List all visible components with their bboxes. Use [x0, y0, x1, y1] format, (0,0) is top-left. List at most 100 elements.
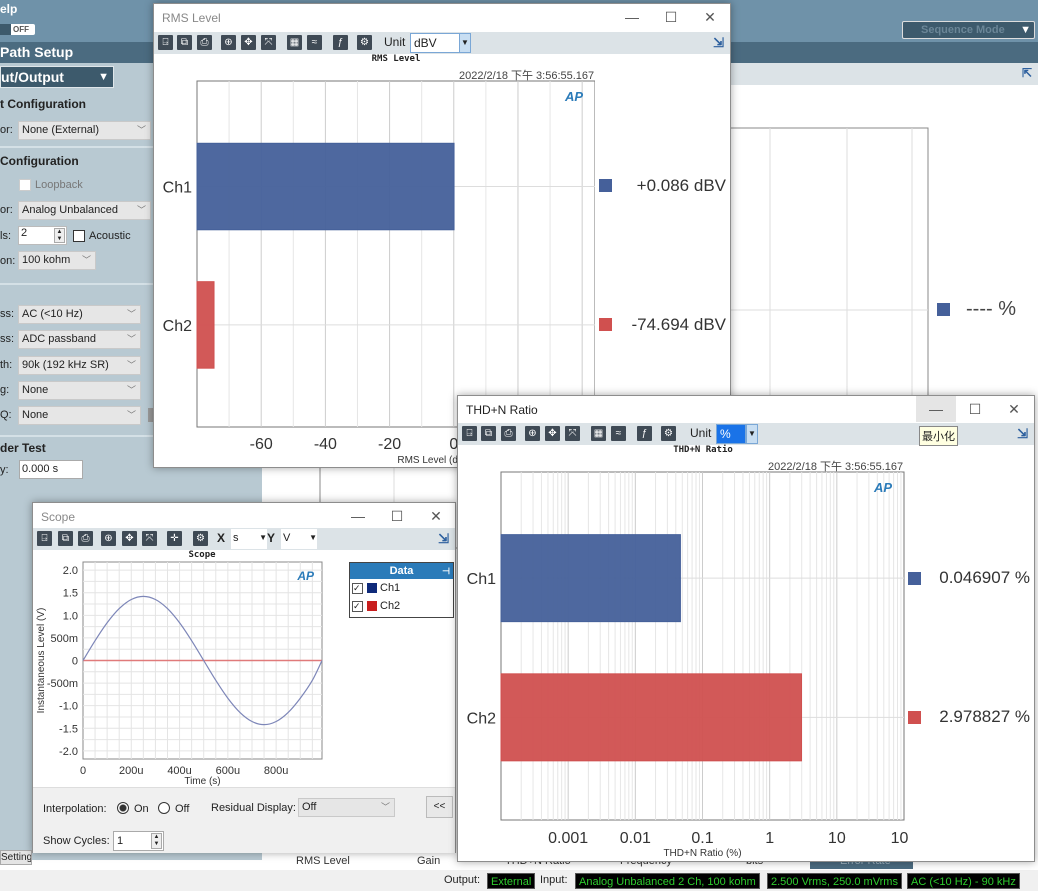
- settings-gear-icon[interactable]: ⚙: [193, 531, 208, 546]
- show-cycles-spinner[interactable]: 1 ▲ ▼: [113, 831, 164, 851]
- print-icon[interactable]: ⎙: [197, 35, 212, 50]
- interpolation-off-radio[interactable]: [158, 802, 170, 814]
- unit-select[interactable]: dBV: [410, 33, 460, 53]
- fit-icon[interactable]: ⤧: [142, 531, 157, 546]
- filter-label: ss:: [0, 308, 15, 320]
- sequence-mode-dropdown[interactable]: Sequence Mode ▼: [902, 21, 1035, 39]
- close-button[interactable]: ✕: [421, 507, 451, 527]
- function-icon[interactable]: ƒ: [637, 426, 652, 441]
- help-menu[interactable]: elp: [0, 2, 17, 16]
- filter-select[interactable]: None ﹀: [18, 406, 141, 426]
- dock-icon[interactable]: ⇲: [438, 531, 449, 547]
- filter-select[interactable]: ADC passband ﹀: [18, 330, 141, 350]
- select-value: 90k (192 kHz SR): [22, 358, 109, 371]
- settings-gear-icon[interactable]: ⚙: [357, 35, 372, 50]
- maximize-button[interactable]: ☐: [960, 400, 990, 420]
- filter-select[interactable]: 90k (192 kHz SR) ﹀: [18, 355, 141, 375]
- x-tick-label: -20: [378, 436, 401, 453]
- title-bar[interactable]: THD+N Ratio — ☐ ✕: [458, 396, 1034, 423]
- dock-icon[interactable]: ⇲: [713, 35, 724, 51]
- pan-icon[interactable]: ✥: [545, 426, 560, 441]
- interpolation-label: Interpolation:: [43, 803, 107, 815]
- chart-toolbar: ⍈ ⧉ ⎙ ⊕ ✥ ⤧ ▦ ≈ ƒ ⚙ Unit dBV ▼ ⇲: [154, 32, 730, 54]
- copy-icon[interactable]: ⧉: [58, 531, 73, 546]
- table-icon[interactable]: ▦: [287, 35, 302, 50]
- graph-type-icon[interactable]: ≈: [307, 35, 322, 50]
- y-tick-label: -2.0: [59, 746, 78, 758]
- io-dropdown[interactable]: ut/Output ▼: [0, 66, 114, 88]
- minimize-button[interactable]: —: [916, 396, 956, 422]
- save-icon[interactable]: ⍈: [462, 426, 477, 441]
- graph-type-icon[interactable]: ≈: [611, 426, 626, 441]
- bottom-tab[interactable]: RMS Level: [296, 855, 350, 867]
- y-unit-select[interactable]: V ▼: [281, 529, 317, 549]
- unit-dropdown-button[interactable]: ▼: [746, 424, 758, 444]
- fit-icon[interactable]: ⤧: [261, 35, 276, 50]
- interpolation-on-radio[interactable]: [117, 802, 129, 814]
- delay-input[interactable]: 0.000 s: [19, 460, 83, 479]
- unit-dropdown-button[interactable]: ▼: [459, 33, 471, 53]
- acoustic-label: Acoustic: [89, 230, 131, 242]
- maximize-button[interactable]: ☐: [656, 8, 686, 28]
- ch2-checkbox[interactable]: ✓: [352, 601, 363, 612]
- close-button[interactable]: ✕: [999, 400, 1029, 420]
- title-bar[interactable]: Scope — ☐ ✕: [33, 503, 455, 530]
- close-button[interactable]: ✕: [695, 8, 725, 28]
- table-icon[interactable]: ▦: [591, 426, 606, 441]
- ch1-checkbox[interactable]: ✓: [352, 583, 363, 594]
- thd-n-ratio-chart: Ch1 Ch2 0.001 0.01 0.1 1 10 100 THD+N Ratio (%) A…: [467, 471, 909, 859]
- save-icon[interactable]: ⍈: [158, 35, 173, 50]
- y-axis-label: Y: [267, 531, 276, 545]
- termination-label: on:: [0, 255, 16, 267]
- zoom-in-icon[interactable]: ⊕: [525, 426, 540, 441]
- pin-icon[interactable]: ⊣: [442, 563, 450, 579]
- y-tick-label: 1.5: [63, 588, 78, 600]
- residual-display-select[interactable]: Off ﹀: [298, 798, 395, 817]
- pan-icon[interactable]: ✥: [122, 531, 137, 546]
- x-unit-select[interactable]: s ▼: [231, 529, 267, 549]
- x-tick-label: 1: [765, 830, 774, 847]
- spinner-arrows-icon[interactable]: ▲ ▼: [54, 228, 65, 243]
- crosshair-icon[interactable]: ✛: [167, 531, 182, 546]
- spinner-arrows-icon[interactable]: ▲ ▼: [151, 833, 162, 849]
- pop-out-icon[interactable]: ⇱: [1022, 66, 1032, 80]
- save-icon[interactable]: ⍈: [37, 531, 52, 546]
- loopback-checkbox[interactable]: [19, 179, 31, 191]
- chevron-down-icon: ﹀: [126, 384, 136, 395]
- scope-options-panel: Interpolation: On Off Residual Display: …: [33, 787, 455, 853]
- y-tick-label: -1.0: [59, 701, 78, 713]
- filter-select[interactable]: AC (<10 Hz) ﹀: [18, 305, 141, 324]
- select-value: AC (<10 Hz): [22, 308, 83, 320]
- minimize-button[interactable]: —: [617, 8, 647, 28]
- channels-spinner[interactable]: 2 ▲ ▼: [18, 226, 67, 245]
- maximize-button[interactable]: ☐: [382, 507, 412, 527]
- chevron-down-icon: ﹀: [380, 802, 390, 812]
- print-icon[interactable]: ⎙: [78, 531, 93, 546]
- print-icon[interactable]: ⎙: [501, 426, 516, 441]
- input-connector-select[interactable]: Analog Unbalanced ﹀: [18, 201, 151, 220]
- minimize-button[interactable]: —: [343, 507, 373, 527]
- dock-icon[interactable]: ⇲: [1017, 426, 1028, 442]
- filter-select[interactable]: None ﹀: [18, 380, 141, 400]
- output-connector-select[interactable]: None (External) ﹀: [18, 121, 151, 140]
- unit-select[interactable]: %: [716, 424, 746, 444]
- termination-select[interactable]: 100 kohm ﹀: [18, 251, 96, 270]
- pan-icon[interactable]: ✥: [241, 35, 256, 50]
- zoom-in-icon[interactable]: ⊕: [101, 531, 116, 546]
- settings-button[interactable]: Setting: [0, 850, 32, 865]
- bottom-tab[interactable]: Gain: [417, 855, 440, 867]
- collapse-button[interactable]: <<: [426, 796, 453, 818]
- toggle-switch[interactable]: OFF: [0, 24, 35, 35]
- fit-icon[interactable]: ⤧: [565, 426, 580, 441]
- settings-gear-icon[interactable]: ⚙: [661, 426, 676, 441]
- x-axis-label: X: [217, 531, 226, 545]
- copy-icon[interactable]: ⧉: [481, 426, 496, 441]
- title-bar[interactable]: RMS Level — ☐ ✕: [154, 4, 730, 31]
- zoom-in-icon[interactable]: ⊕: [221, 35, 236, 50]
- function-icon[interactable]: ƒ: [333, 35, 348, 50]
- legend-value-ch2: 2.978827 %: [939, 707, 1030, 726]
- bar-ch2: [500, 673, 803, 762]
- copy-icon[interactable]: ⧉: [177, 35, 192, 50]
- acoustic-checkbox[interactable]: [73, 230, 85, 242]
- filter-label: ss:: [0, 333, 15, 346]
